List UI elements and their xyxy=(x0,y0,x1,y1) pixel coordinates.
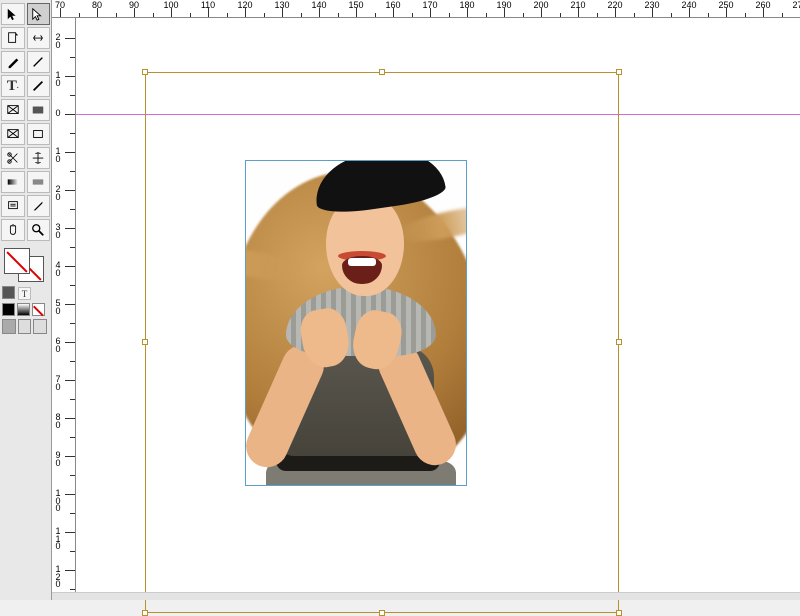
resize-handle-br[interactable] xyxy=(616,610,622,616)
resize-handle-mr[interactable] xyxy=(616,339,622,345)
ruler-h-label: 70 xyxy=(55,0,65,10)
eraser-tool[interactable] xyxy=(27,99,51,121)
view-mode-bleed[interactable] xyxy=(33,319,47,334)
horizontal-ruler[interactable]: 70 80 90 100 110 120 130 140 150 160 170 180 190 200 2… xyxy=(52,0,800,18)
ruler-h-label: 150 xyxy=(348,0,363,10)
view-mode-normal[interactable] xyxy=(2,319,16,334)
vertical-ruler[interactable]: 20100102030405060708090100110120 xyxy=(52,18,76,600)
resize-handle-ml[interactable] xyxy=(142,339,148,345)
ruler-v-label: 80 xyxy=(53,414,63,429)
polygon-tool[interactable] xyxy=(27,123,51,145)
resize-handle-tm[interactable] xyxy=(379,69,385,75)
ruler-h-label: 200 xyxy=(533,0,548,10)
ruler-v-label: 10 xyxy=(53,148,63,163)
rectangle-frame-tool[interactable] xyxy=(1,99,25,121)
image-frame[interactable] xyxy=(245,160,467,487)
scissors-tool[interactable] xyxy=(1,147,25,169)
ruler-h-label: 210 xyxy=(570,0,585,10)
resize-handle-tr[interactable] xyxy=(616,69,622,75)
ruler-h-label: 160 xyxy=(385,0,400,10)
resize-handle-bl[interactable] xyxy=(142,610,148,616)
ruler-v-label: 90 xyxy=(53,452,63,467)
ruler-h-label: 100 xyxy=(163,0,178,10)
ruler-h-label: 90 xyxy=(129,0,139,10)
ruler-h-label: 130 xyxy=(274,0,289,10)
toolbox: T. T xyxy=(0,0,52,600)
type-tool[interactable]: T. xyxy=(1,75,25,97)
ruler-v-label: 60 xyxy=(53,338,63,353)
pen-tool[interactable] xyxy=(27,75,51,97)
line-tool[interactable] xyxy=(27,51,51,73)
ruler-h-label: 140 xyxy=(311,0,326,10)
fill-stroke-swatch[interactable] xyxy=(2,246,48,282)
ruler-v-label: 110 xyxy=(53,528,63,551)
ruler-v-label: 40 xyxy=(53,262,63,277)
apply-color-row xyxy=(2,303,49,316)
ruler-v-label: 70 xyxy=(53,376,63,391)
page-tool[interactable] xyxy=(1,27,25,49)
gap-tool[interactable] xyxy=(27,27,51,49)
ruler-v-label: 120 xyxy=(53,566,63,589)
note-tool[interactable] xyxy=(1,195,25,217)
format-container-icon[interactable] xyxy=(2,286,15,299)
ruler-v-label: 100 xyxy=(53,490,63,513)
ruler-h-label: 120 xyxy=(237,0,252,10)
direct-selection-tool[interactable] xyxy=(27,3,51,25)
ruler-v-label: 20 xyxy=(53,186,63,201)
ruler-h-label: 190 xyxy=(496,0,511,10)
ruler-h-label: 80 xyxy=(92,0,102,10)
ruler-v-label: 10 xyxy=(53,72,63,87)
ruler-h-label: 240 xyxy=(681,0,696,10)
resize-handle-tl[interactable] xyxy=(142,69,148,75)
resize-handle-bm[interactable] xyxy=(379,610,385,616)
ruler-h-label: 260 xyxy=(755,0,770,10)
view-mode-row xyxy=(2,319,49,334)
ruler-h-label: 270 xyxy=(792,0,800,10)
ruler-v-label: 0 xyxy=(53,110,63,118)
hand-tool[interactable] xyxy=(1,219,25,241)
apply-gradient-icon[interactable] xyxy=(17,303,30,316)
selection-tool[interactable] xyxy=(1,3,25,25)
ruler-h-label: 170 xyxy=(422,0,437,10)
pencil-tool[interactable] xyxy=(1,51,25,73)
horizontal-scroll-strip[interactable] xyxy=(52,592,800,600)
ruler-v-label: 30 xyxy=(53,224,63,239)
ruler-h-label: 230 xyxy=(644,0,659,10)
zoom-tool[interactable] xyxy=(27,219,51,241)
gradient-feather-tool[interactable] xyxy=(27,171,51,193)
placed-image xyxy=(246,161,466,486)
apply-color-icon[interactable] xyxy=(2,303,15,316)
canvas[interactable] xyxy=(76,18,800,600)
gradient-swatch-tool[interactable] xyxy=(1,171,25,193)
free-transform-tool[interactable] xyxy=(27,147,51,169)
ruler-h-label: 220 xyxy=(607,0,622,10)
ruler-v-label: 50 xyxy=(53,300,63,315)
fill-swatch[interactable] xyxy=(4,248,30,274)
ruler-h-label: 180 xyxy=(459,0,474,10)
eyedropper-tool[interactable] xyxy=(27,195,51,217)
format-text-icon[interactable]: T xyxy=(18,287,31,300)
ruler-h-label: 110 xyxy=(201,0,215,10)
view-mode-preview[interactable] xyxy=(18,319,32,334)
apply-none-icon[interactable] xyxy=(32,303,45,316)
format-affects-row: T xyxy=(2,286,49,301)
ruler-h-label: 250 xyxy=(718,0,733,10)
ruler-v-label: 20 xyxy=(53,34,63,49)
rectangle-tool[interactable] xyxy=(1,123,25,145)
